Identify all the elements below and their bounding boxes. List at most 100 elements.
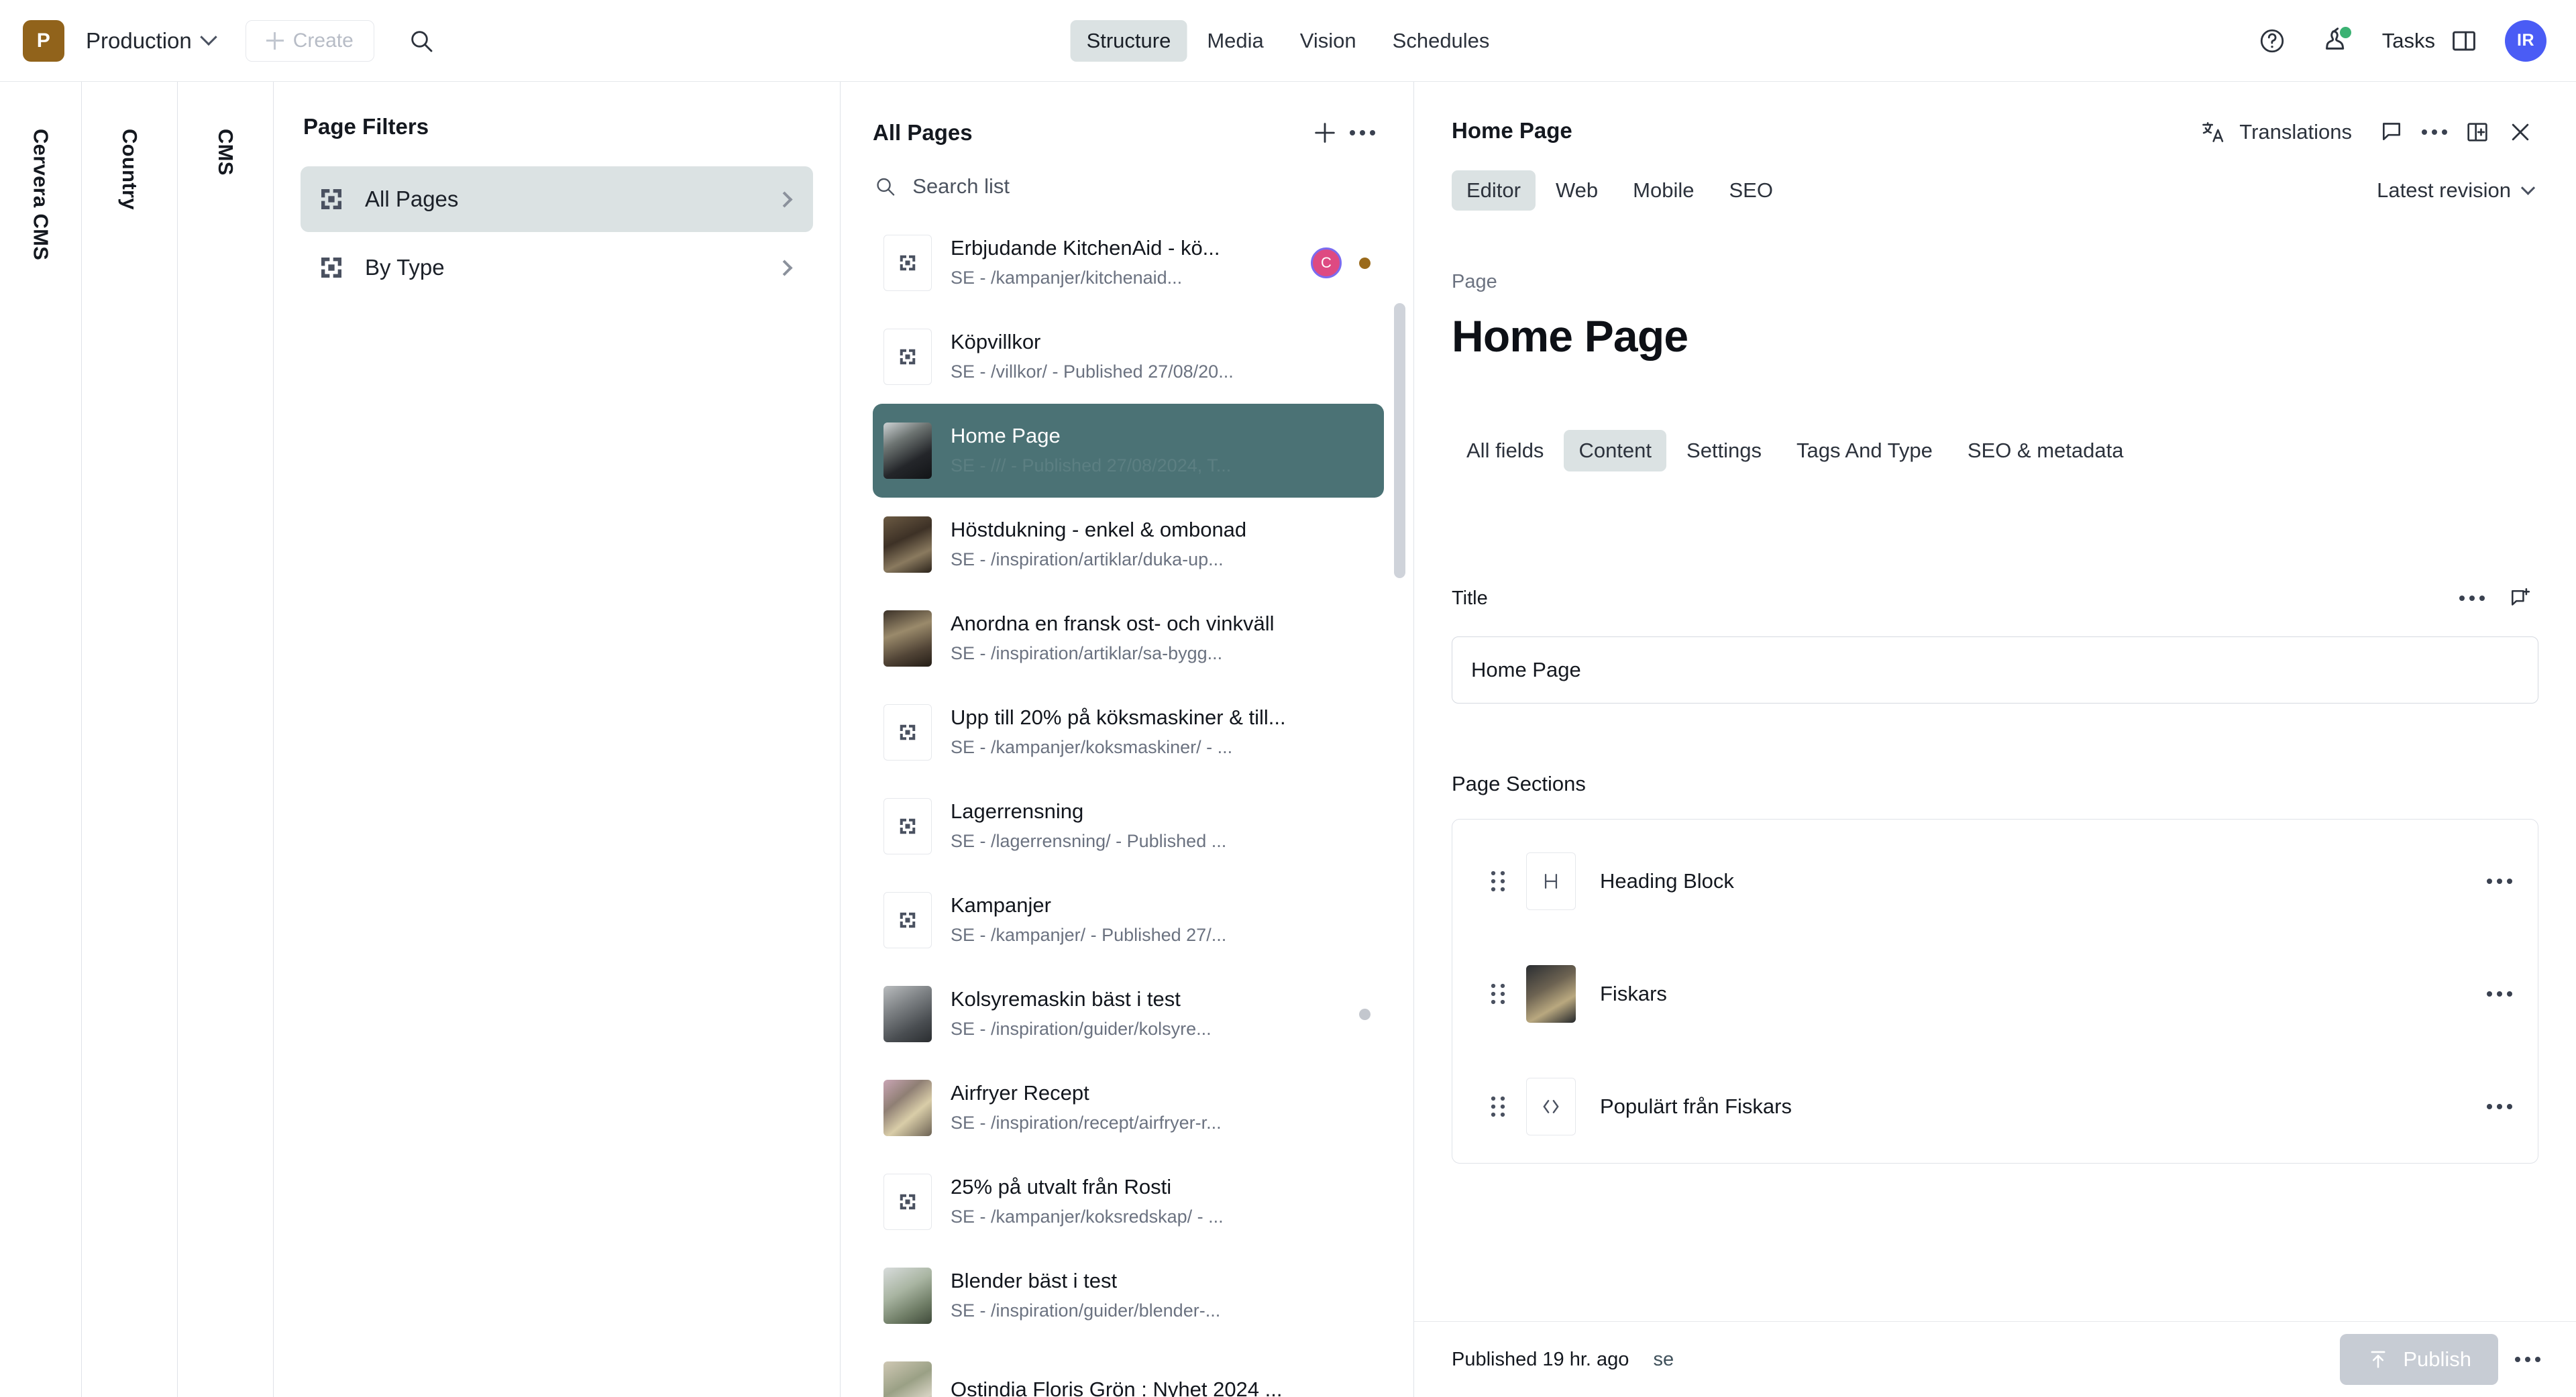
list-item-text: Lagerrensning SE - /lagerrensning/ - Pub… bbox=[951, 798, 1371, 854]
collaborator-avatar[interactable]: C bbox=[1311, 247, 1342, 278]
tab-editor[interactable]: Editor bbox=[1452, 170, 1536, 211]
language-chip[interactable]: se bbox=[1653, 1349, 1674, 1371]
publish-button[interactable]: Publish bbox=[2340, 1334, 2498, 1385]
search-list-field[interactable] bbox=[841, 152, 1413, 216]
list-item-text: Airfryer Recept SE - /inspiration/recept… bbox=[951, 1080, 1371, 1135]
document-pane: Home Page Translations Editor Web Mobile… bbox=[1414, 82, 2576, 1397]
page-type-thumbnail bbox=[883, 704, 932, 761]
field-tab-all-fields[interactable]: All fields bbox=[1452, 430, 1558, 471]
create-page-button[interactable] bbox=[1306, 114, 1344, 152]
chevron-down-icon bbox=[2520, 180, 2536, 195]
split-panel-icon bbox=[2453, 31, 2475, 50]
section-more-button[interactable] bbox=[2481, 863, 2518, 899]
nav-tab-vision[interactable]: Vision bbox=[1284, 20, 1373, 62]
presence-button[interactable] bbox=[2318, 22, 2355, 60]
list-item[interactable]: Höstdukning - enkel & ombonad SE - /insp… bbox=[873, 498, 1384, 592]
all-pages-title: All Pages bbox=[873, 120, 973, 145]
documents-icon bbox=[900, 1194, 916, 1210]
rail-cms[interactable]: CMS bbox=[178, 82, 274, 1397]
document-more-button[interactable] bbox=[2416, 114, 2453, 150]
list-scrollbar[interactable] bbox=[1394, 303, 1405, 578]
translations-label: Translations bbox=[2239, 120, 2352, 144]
more-horizontal-icon bbox=[2515, 1357, 2540, 1362]
more-horizontal-icon bbox=[1350, 130, 1375, 135]
title-field-more-button[interactable] bbox=[2454, 580, 2490, 616]
project-name-label: Production bbox=[86, 27, 192, 53]
list-item[interactable]: Lagerrensning SE - /lagerrensning/ - Pub… bbox=[873, 779, 1384, 873]
field-tab-settings[interactable]: Settings bbox=[1672, 430, 1776, 471]
revision-selector[interactable]: Latest revision bbox=[2377, 178, 2538, 203]
translations-button[interactable]: Translations bbox=[2186, 111, 2367, 153]
section-row[interactable]: Populärt från Fiskars bbox=[1452, 1050, 2538, 1163]
tab-web[interactable]: Web bbox=[1541, 170, 1613, 211]
list-item-subtitle: SE - /inspiration/guider/kolsyre... bbox=[951, 1019, 1212, 1040]
help-button[interactable] bbox=[2253, 22, 2291, 60]
search-list-input[interactable] bbox=[912, 174, 1381, 199]
list-item[interactable]: Kampanjer SE - /kampanjer/ - Published 2… bbox=[873, 873, 1384, 967]
list-item[interactable]: Airfryer Recept SE - /inspiration/recept… bbox=[873, 1061, 1384, 1155]
tab-seo[interactable]: SEO bbox=[1715, 170, 1788, 211]
global-search-button[interactable] bbox=[404, 23, 439, 58]
section-more-button[interactable] bbox=[2481, 976, 2518, 1012]
list-item-title: Ostindia Floris Grön : Nyhet 2024 ... bbox=[951, 1377, 1283, 1397]
list-item-selected[interactable]: Home Page SE - /// - Published 27/08/202… bbox=[873, 404, 1384, 498]
add-comment-icon bbox=[2512, 588, 2530, 606]
list-item-title: Blender bäst i test bbox=[951, 1269, 1118, 1293]
list-item[interactable]: Köpvillkor SE - /villkor/ - Published 27… bbox=[873, 310, 1384, 404]
section-type-icon-box bbox=[1526, 1078, 1576, 1135]
tasks-button[interactable]: Tasks bbox=[2382, 27, 2478, 55]
section-row[interactable]: Heading Block bbox=[1452, 825, 2538, 938]
close-document-button[interactable] bbox=[2502, 114, 2538, 150]
filter-item-all-pages[interactable]: All Pages bbox=[301, 166, 813, 232]
revision-label: Latest revision bbox=[2377, 178, 2511, 202]
section-row[interactable]: Fiskars bbox=[1452, 938, 2538, 1050]
tasks-label: Tasks bbox=[2381, 28, 2435, 52]
rail-label-country: Country bbox=[118, 129, 142, 210]
list-item[interactable]: Anordna en fransk ost- och vinkväll SE -… bbox=[873, 592, 1384, 685]
list-item-title: Höstdukning - enkel & ombonad bbox=[951, 518, 1247, 542]
list-item-title: Kampanjer bbox=[951, 893, 1051, 917]
rail-cervera-cms[interactable]: Cervera CMS bbox=[0, 82, 82, 1397]
publish-more-button[interactable] bbox=[2509, 1341, 2546, 1378]
user-avatar[interactable]: IR bbox=[2505, 19, 2546, 62]
field-tab-tags-and-type[interactable]: Tags And Type bbox=[1782, 430, 1947, 471]
list-item-subtitle: SE - /kampanjer/ - Published 27/... bbox=[951, 925, 1227, 946]
project-switcher[interactable]: Production bbox=[86, 27, 217, 54]
section-label: Fiskars bbox=[1600, 982, 1667, 1005]
page-type-thumbnail bbox=[883, 235, 932, 291]
list-item[interactable]: Upp till 20% på köksmaskiner & till... S… bbox=[873, 685, 1384, 779]
field-tab-seo-metadata[interactable]: SEO & metadata bbox=[1953, 430, 2139, 471]
rail-country[interactable]: Country bbox=[82, 82, 178, 1397]
page-thumbnail bbox=[883, 986, 932, 1042]
list-item[interactable]: Erbjudande KitchenAid - kö... SE - /kamp… bbox=[873, 216, 1384, 310]
title-input[interactable]: Home Page bbox=[1452, 636, 2538, 704]
all-pages-pane: All Pages Search list Erbjudande Kitchen… bbox=[841, 82, 1414, 1397]
nav-tab-schedules[interactable]: Schedules bbox=[1377, 20, 1506, 62]
page-thumbnail bbox=[883, 423, 932, 479]
list-item[interactable]: Kolsyremaskin bäst i test SE - /inspirat… bbox=[873, 967, 1384, 1061]
add-comment-button[interactable] bbox=[2502, 580, 2538, 616]
page-thumbnail bbox=[883, 516, 932, 573]
create-button[interactable]: Create bbox=[245, 19, 374, 62]
field-tab-content[interactable]: Content bbox=[1564, 430, 1667, 471]
publish-status: Published 19 hr. ago bbox=[1452, 1348, 1629, 1370]
section-more-button[interactable] bbox=[2481, 1088, 2518, 1125]
list-item[interactable]: Blender bäst i test SE - /inspiration/gu… bbox=[873, 1249, 1384, 1343]
list-item-text: Köpvillkor SE - /villkor/ - Published 27… bbox=[951, 329, 1371, 384]
title-field-label: Title bbox=[1452, 587, 1488, 609]
nav-tab-media[interactable]: Media bbox=[1191, 20, 1279, 62]
list-item-text: Home Page SE - /// - Published 27/08/202… bbox=[951, 423, 1371, 478]
drag-handle[interactable] bbox=[1483, 1093, 1513, 1120]
tab-mobile[interactable]: Mobile bbox=[1618, 170, 1709, 211]
nav-tab-structure[interactable]: Structure bbox=[1070, 19, 1187, 62]
comments-button[interactable] bbox=[2373, 114, 2410, 150]
drag-handle[interactable] bbox=[1483, 981, 1513, 1007]
drag-handle[interactable] bbox=[1483, 868, 1513, 895]
more-horizontal-icon bbox=[2422, 129, 2447, 135]
list-item[interactable]: 25% på utvalt från Rosti SE - /kampanjer… bbox=[873, 1155, 1384, 1249]
open-in-panel-button[interactable] bbox=[2459, 114, 2496, 150]
all-pages-more-button[interactable] bbox=[1344, 114, 1381, 152]
list-item[interactable]: Ostindia Floris Grön : Nyhet 2024 ... bbox=[873, 1343, 1384, 1397]
page-sections-list: Heading Block Fiskars Populärt från Fisk… bbox=[1452, 819, 2538, 1164]
filter-item-by-type[interactable]: By Type bbox=[301, 235, 813, 300]
